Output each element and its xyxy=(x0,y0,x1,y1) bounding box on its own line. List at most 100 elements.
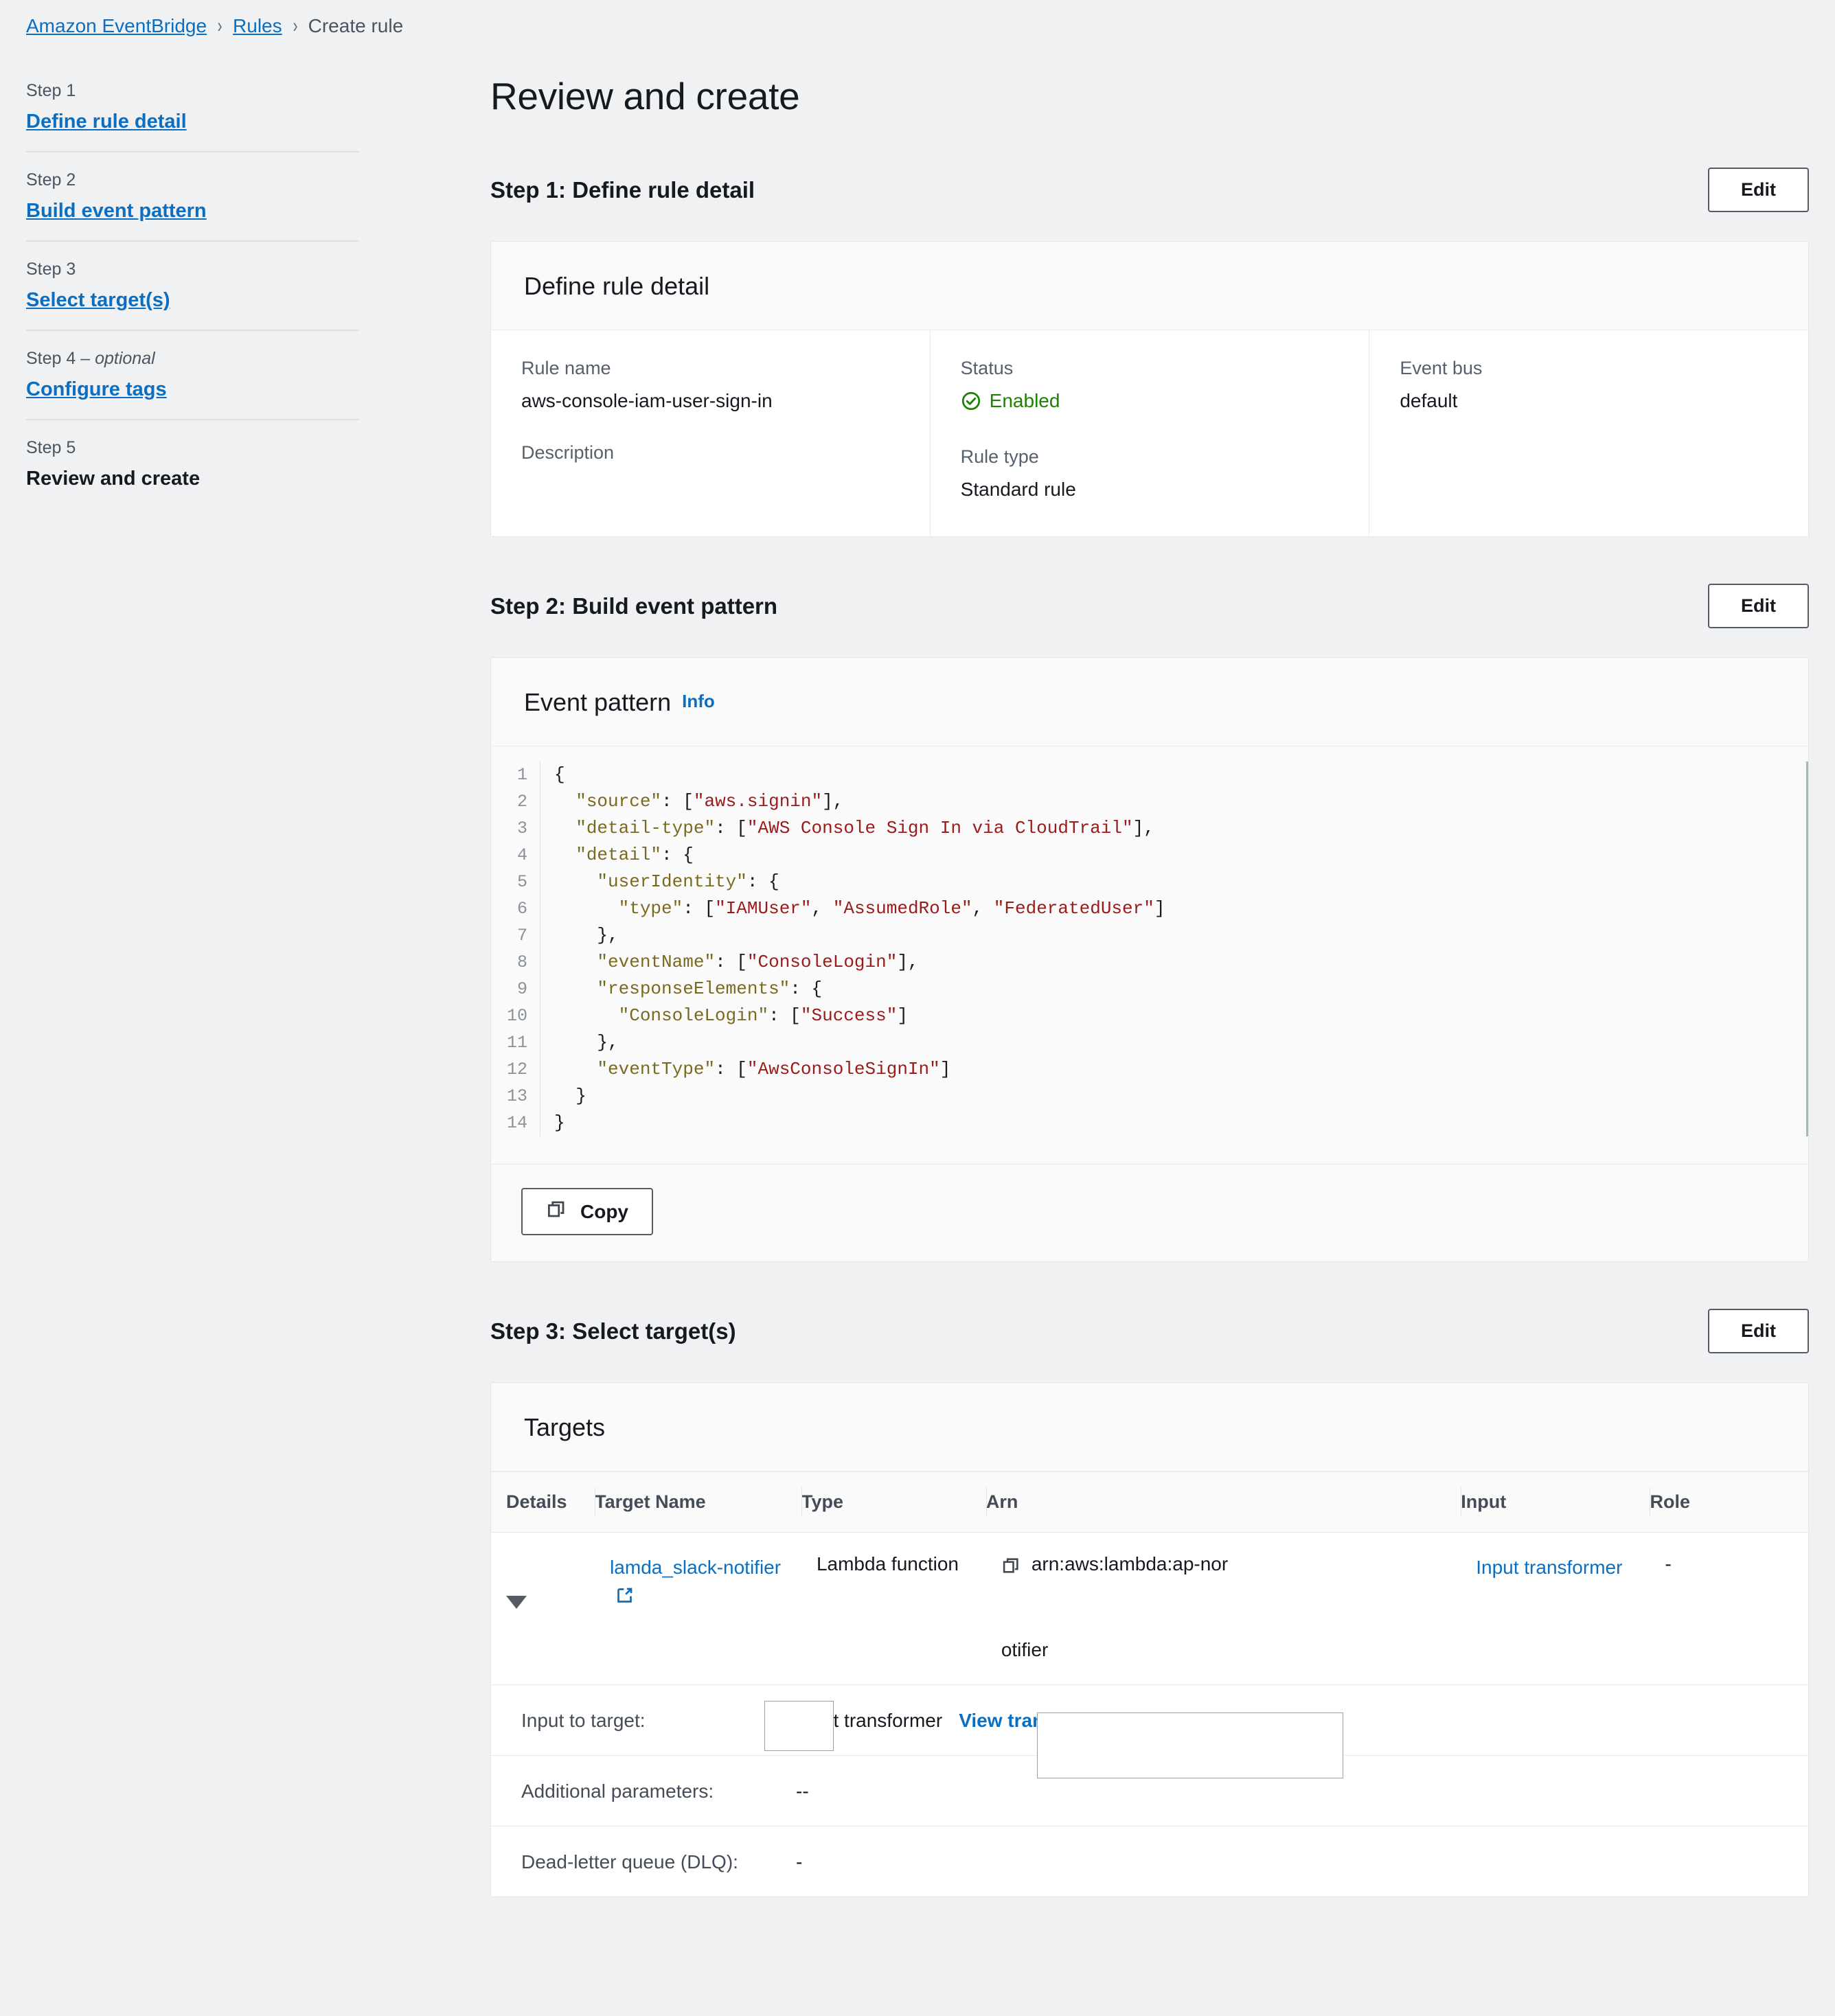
rule-type-value: Standard rule xyxy=(960,479,1076,500)
description-label: Description xyxy=(521,442,615,463)
row-input-cell: Input transformer xyxy=(1461,1532,1650,1685)
status-value: Enabled xyxy=(961,390,1339,416)
rule-detail-column-3: Event bus default xyxy=(1369,330,1808,536)
event-bus-value: default xyxy=(1400,390,1458,411)
detail-row-dead-letter-queue: Dead-letter queue (DLQ): - xyxy=(491,1826,1808,1897)
step3-edit-button[interactable]: Edit xyxy=(1708,1309,1809,1353)
step3-header: Step 3: Select target(s) Edit xyxy=(490,1309,1809,1353)
step1-edit-button[interactable]: Edit xyxy=(1708,168,1809,212)
column-header-role: Role xyxy=(1650,1471,1808,1533)
targets-table-body: lamda_slack-notifier Lambda function arn… xyxy=(491,1532,1808,1685)
copy-button-label: Copy xyxy=(580,1200,628,1222)
arn-text: arn:aws:lambda:ap-nor xyxy=(1031,1553,1229,1574)
detail-key-dead-letter-queue: Dead-letter queue (DLQ): xyxy=(521,1851,738,1872)
breadcrumb-item-rules[interactable]: Rules xyxy=(233,15,282,37)
step3-title: Step 3: Select target(s) xyxy=(490,1318,736,1344)
row-target-name-cell: lamda_slack-notifier xyxy=(595,1532,801,1685)
sidebar-step-3-kicker: Step 3 xyxy=(26,260,76,279)
sidebar-step-2-kicker: Step 2 xyxy=(26,170,76,190)
target-name-text: lamda_slack-notifier xyxy=(610,1557,782,1578)
event-pattern-title-text: Event pattern xyxy=(524,688,672,716)
status-badge: Enabled xyxy=(961,390,1060,412)
targets-table-head: Details Target Name Type Arn Input Role xyxy=(491,1471,1808,1533)
page-title: Review and create xyxy=(490,75,800,117)
sidebar-step-1-kicker: Step 1 xyxy=(26,81,76,100)
code-table: 1 2 3 4 5 6 7 8 9 10 11 12 13 14 { "source": ["aws.si… xyxy=(491,761,1806,1136)
breadcrumb-item-amazon-eventbridge[interactable]: Amazon EventBridge xyxy=(26,15,207,37)
status-label: Status xyxy=(960,358,1014,378)
define-rule-detail-body: Rule name aws-console-iam-user-sign-in D… xyxy=(491,330,1808,536)
detail-key-additional-parameters: Additional parameters: xyxy=(521,1780,714,1802)
breadcrumb-item-create-rule: Create rule xyxy=(308,15,404,36)
column-header-type: Type xyxy=(801,1471,986,1533)
detail-value-dead-letter-queue: - xyxy=(796,1851,803,1872)
column-header-details: Details xyxy=(491,1471,595,1533)
sidebar-step-3: Step 3 Select target(s) xyxy=(26,240,359,330)
copy-row: Copy xyxy=(491,1165,1808,1261)
breadcrumb: Amazon EventBridge › Rules › Create rule xyxy=(26,15,403,37)
sidebar-step-4: Step 4 – optional Configure tags xyxy=(26,330,359,419)
copy-arn-icon[interactable] xyxy=(1001,1556,1021,1580)
column-header-arn: Arn xyxy=(985,1471,1461,1533)
copy-button[interactable]: Copy xyxy=(521,1188,653,1235)
code-line-numbers: 1 2 3 4 5 6 7 8 9 10 11 12 13 14 xyxy=(491,761,540,1136)
targets-header-row: Details Target Name Type Arn Input Role xyxy=(491,1471,1808,1533)
sidebar-item-configure-tags[interactable]: Configure tags xyxy=(26,378,167,401)
copy-icon xyxy=(546,1199,567,1224)
targets-card-title: Targets xyxy=(491,1383,1808,1471)
row-expand-cell xyxy=(491,1532,595,1685)
wizard-steps-sidebar: Step 1 Define rule detail Step 2 Build e… xyxy=(26,81,359,508)
column-header-target-name: Target Name xyxy=(595,1471,801,1533)
event-bus-label: Event bus xyxy=(1400,358,1483,378)
target-name-link[interactable]: lamda_slack-notifier xyxy=(610,1557,781,1606)
event-pattern-code-viewer: 1 2 3 4 5 6 7 8 9 10 11 12 13 14 { "source": ["aws.si… xyxy=(491,746,1808,1165)
overlay-artifact-box-target-name xyxy=(764,1701,834,1751)
step2-header: Step 2: Build event pattern Edit xyxy=(490,584,1809,628)
arn-value: arn:aws:lambda:ap-nor xyxy=(1001,1553,1446,1580)
define-rule-detail-card: Define rule detail Rule name aws-console… xyxy=(490,241,1809,537)
breadcrumb-separator-icon: › xyxy=(217,14,223,37)
row-type-cell: Lambda function xyxy=(801,1532,986,1685)
table-row: lamda_slack-notifier Lambda function arn… xyxy=(491,1532,1808,1685)
main-content: Review and create Step 1: Define rule de… xyxy=(490,74,1809,1897)
rule-name-label: Rule name xyxy=(521,358,611,378)
event-pattern-card-title: Event pattern Info xyxy=(491,658,1808,746)
external-link-icon xyxy=(615,1584,634,1612)
step2-title: Step 2: Build event pattern xyxy=(490,593,778,619)
sidebar-step-4-optional-tag: optional xyxy=(95,349,155,368)
overlay-artifact-box-arn xyxy=(1037,1713,1343,1778)
sidebar-item-define-rule-detail[interactable]: Define rule detail xyxy=(26,111,187,133)
check-circle-icon xyxy=(961,391,981,411)
rule-name-value: aws-console-iam-user-sign-in xyxy=(521,390,773,411)
sidebar-step-2: Step 2 Build event pattern xyxy=(26,151,359,240)
sidebar-step-5: Step 5 Review and create xyxy=(26,419,359,508)
sidebar-step-4-kicker: Step 4 – optional xyxy=(26,349,155,368)
targets-table: Details Target Name Type Arn Input Role … xyxy=(491,1471,1808,1685)
row-arn-cell: arn:aws:lambda:ap-nor otifier xyxy=(985,1532,1461,1685)
sidebar-item-review-and-create: Review and create xyxy=(26,468,201,490)
define-rule-detail-card-title: Define rule detail xyxy=(491,242,1808,330)
row-role-cell: - xyxy=(1650,1532,1808,1685)
column-header-input: Input xyxy=(1461,1471,1650,1533)
rule-type-label: Rule type xyxy=(960,446,1039,467)
chevron-down-icon[interactable] xyxy=(506,1596,527,1609)
event-pattern-scroll-area[interactable]: 1 2 3 4 5 6 7 8 9 10 11 12 13 14 { "source": ["aws.si… xyxy=(491,761,1808,1136)
breadcrumb-separator-icon: › xyxy=(293,14,298,37)
step1-title: Step 1: Define rule detail xyxy=(490,176,755,203)
rule-detail-column-2: Status Enabled Rule type Standard rule xyxy=(929,330,1369,536)
sidebar-item-select-targets[interactable]: Select target(s) xyxy=(26,289,170,312)
sidebar-item-build-event-pattern[interactable]: Build event pattern xyxy=(26,200,207,222)
sidebar-step-5-kicker: Step 5 xyxy=(26,438,76,457)
code-content[interactable]: { "source": ["aws.signin"], "detail-type… xyxy=(540,761,1165,1136)
description-value xyxy=(521,474,900,481)
rule-detail-column-1: Rule name aws-console-iam-user-sign-in D… xyxy=(491,330,930,536)
sidebar-step-4-kicker-text: Step 4 xyxy=(26,349,76,368)
targets-card: Targets Details Target Name Type Arn Inp… xyxy=(490,1382,1809,1897)
detail-value-additional-parameters: -- xyxy=(796,1780,809,1802)
input-transformer-link[interactable]: Input transformer xyxy=(1476,1557,1622,1578)
step2-edit-button[interactable]: Edit xyxy=(1708,584,1809,628)
arn-text-overflow: otifier xyxy=(1001,1639,1049,1660)
info-link[interactable]: Info xyxy=(682,691,715,711)
status-text: Enabled xyxy=(989,390,1060,411)
detail-key-input-to-target: Input to target: xyxy=(521,1710,646,1731)
